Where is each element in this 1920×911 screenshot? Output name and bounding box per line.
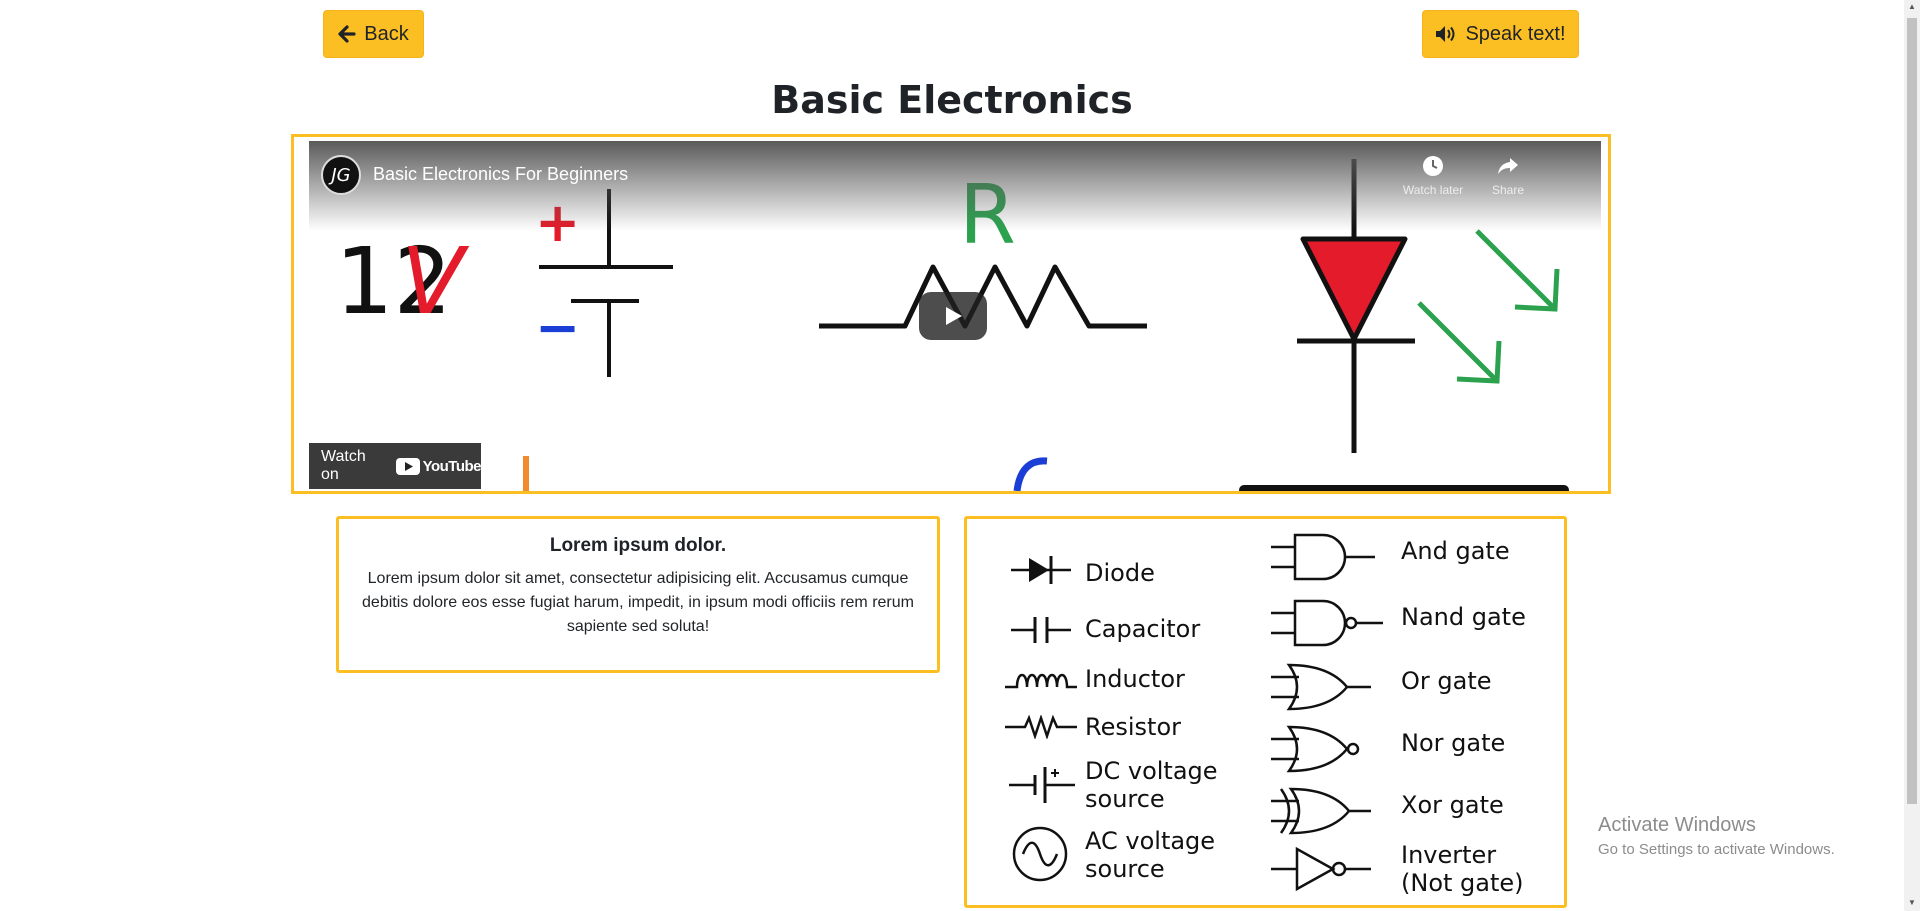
watch-on-label: Watch on: [321, 448, 366, 483]
info-card-heading: Lorem ipsum dolor.: [549, 535, 727, 556]
inverter-label: Inverter (Not gate): [1401, 841, 1524, 897]
diode-label: Diode: [1085, 559, 1155, 587]
youtube-play-icon: [395, 457, 420, 475]
or-gate-icon: [1271, 663, 1371, 711]
scroll-up-icon[interactable]: ▲: [1907, 2, 1917, 12]
speak-text-label: Speak text!: [1465, 22, 1566, 45]
video-frame: 12 V + − R JG Basic Electronics: [291, 134, 1611, 494]
watch-later-button[interactable]: Watch later: [1398, 155, 1468, 197]
ac-source-label: AC voltage source: [1085, 827, 1216, 883]
watch-on-youtube-button[interactable]: Watch on YouTube: [309, 443, 482, 489]
dc-source-icon: [1009, 767, 1075, 803]
share-icon: [1473, 155, 1543, 177]
clock-icon: [1398, 155, 1468, 177]
xor-gate-icon: [1271, 787, 1371, 835]
windows-activation-watermark: Activate Windows Go to Settings to activ…: [1598, 814, 1835, 858]
info-card: Lorem ipsum dolor. Lorem ipsum dolor sit…: [336, 516, 940, 673]
share-label: Share: [1491, 183, 1525, 197]
info-card-text: Lorem ipsum dolor sit amet, consectetur …: [362, 570, 914, 635]
watch-later-label: Watch later: [1402, 183, 1464, 197]
xor-gate-label: Xor gate: [1401, 791, 1504, 819]
diode-icon: [1011, 556, 1071, 584]
nand-gate-icon: [1271, 599, 1383, 647]
youtube-wordmark: YouTube: [422, 457, 482, 475]
inverter-icon: [1271, 846, 1371, 892]
channel-avatar[interactable]: JG: [321, 155, 361, 195]
arrow-left-icon: [338, 25, 356, 43]
scrollbar-thumb[interactable]: [1907, 18, 1917, 804]
nor-gate-label: Nor gate: [1401, 729, 1506, 757]
dc-source-label: DC voltage source: [1085, 757, 1218, 813]
and-gate-icon: [1271, 533, 1375, 581]
inductor-label: Inductor: [1085, 665, 1185, 693]
watermark-subtitle: Go to Settings to activate Windows.: [1598, 841, 1835, 858]
nand-gate-label: Nand gate: [1401, 603, 1526, 631]
page-scrollbar[interactable]: ▲ ▼: [1904, 0, 1920, 911]
speak-text-button[interactable]: Speak text!: [1422, 10, 1579, 58]
back-button[interactable]: Back: [323, 10, 424, 58]
ac-source-icon: [1012, 826, 1068, 882]
thumb-minus-text: −: [535, 296, 580, 359]
thumb-v-text: V: [401, 228, 470, 335]
page-title: Basic Electronics: [771, 78, 1133, 122]
share-button[interactable]: Share: [1473, 155, 1543, 197]
inductor-icon: [1005, 673, 1077, 689]
scroll-down-icon[interactable]: ▼: [1907, 898, 1917, 908]
youtube-logo: YouTube: [395, 457, 482, 475]
capacitor-label: Capacitor: [1085, 615, 1201, 643]
youtube-embed[interactable]: 12 V + − R JG Basic Electronics: [309, 141, 1601, 491]
nor-gate-icon: [1271, 725, 1360, 773]
or-gate-label: Or gate: [1401, 667, 1492, 695]
capacitor-icon: [1011, 617, 1071, 643]
video-title[interactable]: Basic Electronics For Beginners: [373, 164, 628, 185]
resistor-icon: [1005, 715, 1077, 739]
play-icon: [946, 307, 962, 325]
back-button-label: Back: [364, 22, 409, 45]
resistor-label: Resistor: [1085, 713, 1181, 741]
play-button[interactable]: [919, 292, 987, 340]
and-gate-label: And gate: [1401, 537, 1510, 565]
speaker-icon: [1436, 26, 1455, 42]
symbols-card: Diode Capacitor Inductor Resistor DC vol…: [964, 516, 1567, 908]
watermark-title: Activate Windows: [1598, 814, 1756, 836]
